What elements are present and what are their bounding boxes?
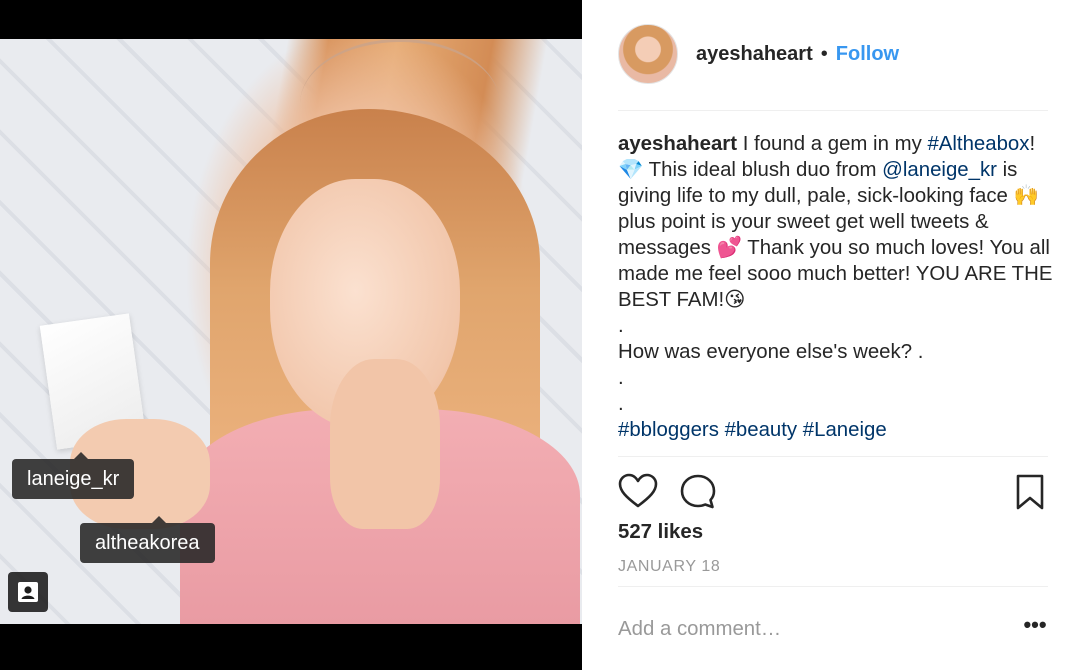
header-separator: • — [820, 42, 828, 65]
post-header: ayeshaheart • Follow — [618, 22, 1048, 86]
follow-button[interactable]: Follow — [836, 43, 899, 66]
divider — [618, 110, 1048, 111]
post-date: JANUARY 18 — [618, 558, 721, 575]
caption-mention[interactable]: @laneige_kr — [882, 159, 997, 181]
comment-bubble-icon[interactable] — [678, 472, 718, 512]
post-actions — [618, 472, 1050, 512]
heart-outline-icon[interactable] — [618, 472, 658, 512]
post-sidebar: ayeshaheart • Follow ayeshaheart I found… — [582, 0, 1082, 670]
caption-username[interactable]: ayeshaheart — [618, 133, 737, 155]
divider — [618, 586, 1048, 587]
photo-hand-right — [330, 359, 440, 529]
caption-hashtags[interactable]: #bbloggers #beauty #Laneige — [618, 417, 1054, 443]
avatar[interactable] — [618, 24, 678, 84]
photo-tag-althea[interactable]: altheakorea — [80, 516, 215, 563]
likes-count[interactable]: 527 likes — [618, 521, 703, 544]
more-options-button[interactable]: ••• — [1022, 614, 1048, 640]
post-media-panel: laneige_kr altheakorea — [0, 0, 582, 670]
caption-line: How was everyone else's week? . — [618, 341, 924, 363]
header-username[interactable]: ayeshaheart — [696, 43, 813, 66]
photo-tag-laneige[interactable]: laneige_kr — [12, 452, 135, 499]
comment-input[interactable] — [618, 612, 998, 646]
user-tag-icon[interactable] — [8, 572, 48, 612]
caption-text: I found a gem in my — [737, 133, 928, 155]
caption-line: . — [618, 315, 624, 337]
post-caption: ayeshaheart I found a gem in my #Altheab… — [618, 131, 1054, 455]
bookmark-icon[interactable] — [1010, 472, 1050, 512]
caption-hashtag[interactable]: #Altheabox — [927, 133, 1029, 155]
caption-line: . — [618, 393, 624, 415]
divider — [618, 456, 1048, 457]
caption-line: . — [618, 367, 624, 389]
caption-text: is giving life to my dull, pale, sick-lo… — [618, 159, 1053, 311]
